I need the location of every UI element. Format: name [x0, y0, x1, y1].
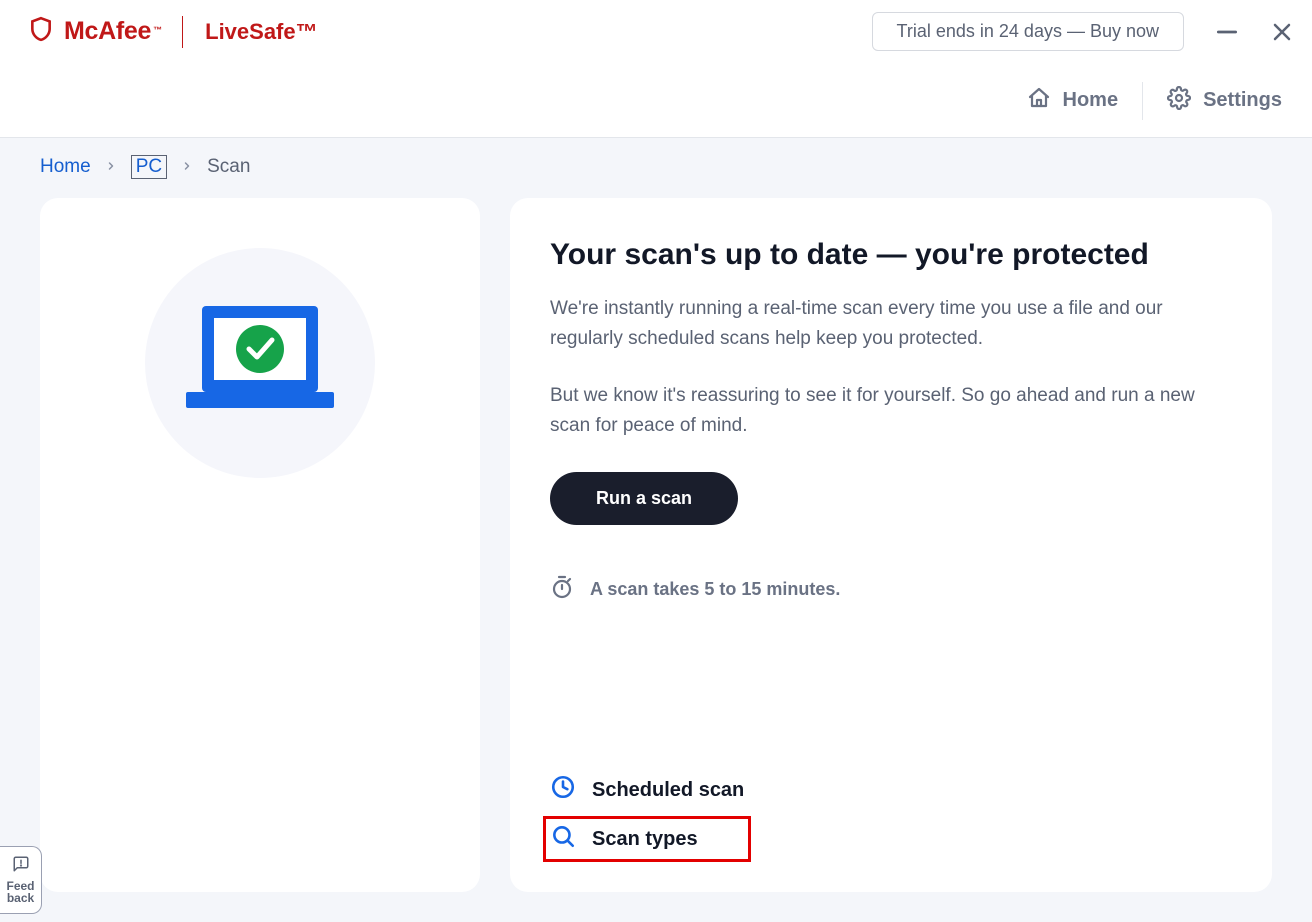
gear-icon [1167, 86, 1191, 116]
chevron-right-icon [105, 156, 117, 178]
trial-buy-button[interactable]: Trial ends in 24 days — Buy now [872, 12, 1184, 51]
header-bar: McAfee™ LiveSafe™ Trial ends in 24 days … [0, 0, 1312, 64]
laptop-protected-icon [180, 296, 340, 431]
brand-divider [182, 16, 183, 48]
status-card [40, 198, 480, 892]
scan-card: Your scan's up to date — you're protecte… [510, 198, 1272, 892]
search-icon [550, 823, 576, 855]
run-scan-button[interactable]: Run a scan [550, 472, 738, 525]
close-icon[interactable] [1270, 20, 1294, 44]
scan-types-link[interactable]: Scan types [543, 816, 751, 862]
description-2: But we know it's reassuring to see it fo… [550, 381, 1232, 442]
stopwatch-icon [550, 575, 574, 604]
breadcrumb-pc[interactable]: PC [131, 155, 167, 179]
minimize-icon[interactable] [1214, 19, 1240, 45]
scan-types-label: Scan types [592, 828, 698, 851]
header-nav: Home Settings [0, 64, 1312, 138]
chevron-right-icon [181, 156, 193, 178]
scan-duration-text: A scan takes 5 to 15 minutes. [590, 579, 840, 600]
scan-duration-info: A scan takes 5 to 15 minutes. [550, 575, 1232, 604]
brand-name: McAfee™ [64, 17, 162, 46]
nav-home-label: Home [1063, 89, 1119, 112]
feedback-icon [12, 855, 30, 873]
product-name: LiveSafe™ [205, 19, 318, 45]
status-circle [145, 248, 375, 478]
nav-home[interactable]: Home [1027, 86, 1119, 116]
nav-settings-label: Settings [1203, 89, 1282, 112]
scheduled-scan-label: Scheduled scan [592, 779, 744, 802]
home-icon [1027, 86, 1051, 116]
brand-logo: McAfee™ LiveSafe™ [28, 16, 318, 48]
page-title: Your scan's up to date — you're protecte… [550, 238, 1232, 272]
shield-icon [28, 16, 54, 47]
feedback-tab[interactable]: Feed back [0, 846, 42, 914]
main-content: Your scan's up to date — you're protecte… [0, 196, 1312, 922]
nav-settings[interactable]: Settings [1167, 86, 1282, 116]
breadcrumb: Home PC Scan [0, 138, 1312, 196]
feedback-label-2: back [4, 892, 37, 905]
scheduled-scan-link[interactable]: Scheduled scan [550, 774, 744, 806]
breadcrumb-home[interactable]: Home [40, 156, 91, 178]
nav-divider [1142, 82, 1143, 120]
breadcrumb-current: Scan [207, 156, 250, 178]
clock-icon [550, 774, 576, 806]
bottom-links: Scheduled scan Scan types [550, 774, 1232, 862]
description-1: We're instantly running a real-time scan… [550, 294, 1232, 355]
